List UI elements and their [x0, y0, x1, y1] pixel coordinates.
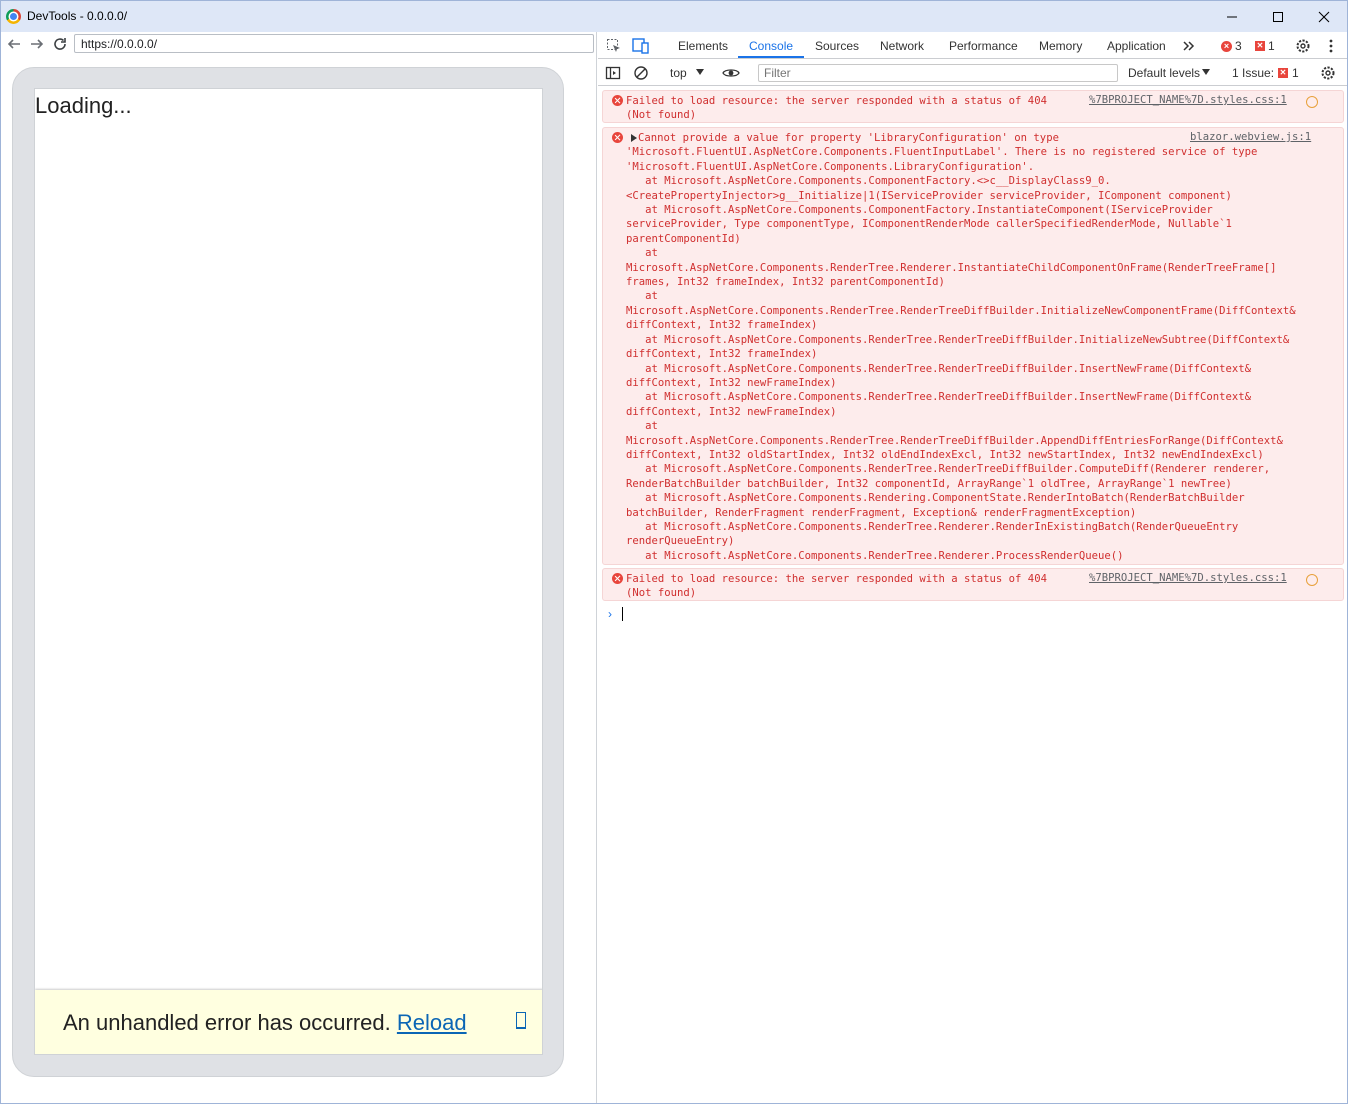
settings-button[interactable] [1294, 37, 1312, 55]
double-chevron-icon [1183, 41, 1195, 51]
console-message[interactable]: Failed to load resource: the server resp… [602, 90, 1344, 123]
chrome-logo-icon [6, 9, 21, 24]
back-arrow-icon [7, 39, 20, 49]
tab-network[interactable]: Network [880, 39, 924, 53]
message-text: Failed to load resource: the server resp… [626, 573, 1047, 600]
active-tab-indicator [738, 56, 804, 58]
clear-console-button[interactable] [632, 64, 650, 82]
issue-count: 1 [1268, 39, 1275, 53]
more-options-button[interactable] [1322, 37, 1340, 55]
console-message[interactable]: Failed to load resource: the server resp… [602, 568, 1344, 601]
message-text: Failed to load resource: the server resp… [626, 95, 1047, 122]
navigation-bar: https://0.0.0.0/ [1, 32, 597, 58]
issue-flag-icon: ✕ [1255, 41, 1265, 51]
devtools-pane: Elements Console Sources Network Perform… [598, 32, 1347, 1103]
issue-flag-icon: ✕ [1278, 68, 1289, 78]
forward-arrow-icon [31, 39, 44, 49]
tab-sources[interactable]: Sources [815, 39, 859, 53]
window-title: DevTools - 0.0.0.0/ [27, 9, 128, 23]
address-bar[interactable]: https://0.0.0.0/ [74, 34, 594, 53]
tab-console[interactable]: Console [749, 39, 793, 53]
minimize-icon [1227, 16, 1237, 17]
loading-text: Loading... [35, 93, 132, 118]
more-tabs-button[interactable] [1180, 37, 1198, 55]
tab-memory[interactable]: Memory [1039, 39, 1082, 53]
error-message: An unhandled error has occurred. Reload [63, 1010, 467, 1036]
issues-button[interactable]: 1 Issue: ✕ 1 [1232, 66, 1299, 80]
sidebar-icon [605, 66, 621, 80]
source-link[interactable]: %7BPROJECT_NAME%7D.styles.css:1 [1089, 572, 1287, 584]
console-toolbar: top Default levels 1 Issue: ✕ 1 [598, 59, 1347, 86]
blazor-error-ui: An unhandled error has occurred. Reload [35, 990, 542, 1054]
eye-icon [722, 69, 740, 77]
console-settings-button[interactable] [1319, 64, 1337, 82]
network-request-icon[interactable] [1306, 574, 1318, 586]
console-input-caret[interactable] [622, 607, 623, 621]
source-link[interactable]: %7BPROJECT_NAME%7D.styles.css:1 [1089, 94, 1287, 106]
error-count: 3 [1235, 39, 1242, 53]
chevron-down-icon [696, 69, 704, 75]
kebab-menu-icon [1329, 39, 1333, 53]
refresh-icon [54, 38, 66, 50]
device-toolbar-button[interactable] [632, 37, 650, 55]
issues-count: 1 [1292, 66, 1299, 80]
close-button[interactable] [1301, 1, 1347, 32]
dismiss-icon[interactable] [516, 1012, 526, 1029]
reload-link[interactable]: Reload [397, 1010, 467, 1035]
error-icon [612, 573, 623, 584]
error-count-badge[interactable]: × 3 [1221, 39, 1242, 53]
tab-performance[interactable]: Performance [949, 39, 1018, 53]
clear-icon [634, 66, 648, 80]
browser-pane: https://0.0.0.0/ Loading... An unhandled… [1, 32, 597, 1103]
inspect-icon [607, 39, 620, 52]
stack-trace-text: Cannot provide a value for property 'Lib… [626, 132, 1296, 562]
gear-icon [1321, 66, 1335, 80]
error-icon: × [1221, 40, 1232, 52]
log-levels-dropdown[interactable]: Default levels [1128, 66, 1200, 80]
gear-icon [1296, 39, 1310, 53]
device-frame: Loading... An unhandled error has occurr… [12, 67, 564, 1077]
devtools-window: DevTools - 0.0.0.0/ https://0.0.0.0/ Loa… [0, 0, 1348, 1104]
tab-application[interactable]: Application [1107, 39, 1166, 53]
minimize-button[interactable] [1209, 1, 1255, 32]
sidebar-toggle-button[interactable] [604, 64, 622, 82]
error-text: An unhandled error has occurred. [63, 1010, 391, 1035]
maximize-button[interactable] [1255, 1, 1301, 32]
source-link[interactable]: blazor.webview.js:1 [1190, 131, 1311, 143]
error-icon [612, 132, 623, 143]
issues-label: 1 Issue: [1232, 66, 1275, 80]
device-toggle-icon [632, 38, 649, 54]
chevron-down-icon [1202, 69, 1210, 75]
context-selector[interactable]: top [670, 66, 687, 80]
error-icon [612, 95, 623, 106]
maximize-icon [1273, 11, 1283, 22]
filter-input[interactable] [758, 64, 1118, 82]
title-bar: DevTools - 0.0.0.0/ [1, 1, 1347, 32]
app-viewport: Loading... An unhandled error has occurr… [34, 88, 543, 1055]
tab-elements[interactable]: Elements [678, 39, 728, 53]
forward-button[interactable] [29, 36, 45, 52]
live-expression-button[interactable] [722, 64, 740, 82]
close-icon [1318, 11, 1330, 22]
inspect-element-button[interactable] [605, 37, 623, 55]
network-request-icon[interactable] [1306, 96, 1318, 108]
reload-button[interactable] [52, 36, 68, 52]
issue-count-badge[interactable]: ✕ 1 [1255, 39, 1275, 53]
console-prompt-icon: › [608, 607, 612, 621]
back-button[interactable] [6, 36, 22, 52]
console-message[interactable]: Cannot provide a value for property 'Lib… [602, 127, 1344, 565]
devtools-tab-bar: Elements Console Sources Network Perform… [598, 32, 1347, 59]
